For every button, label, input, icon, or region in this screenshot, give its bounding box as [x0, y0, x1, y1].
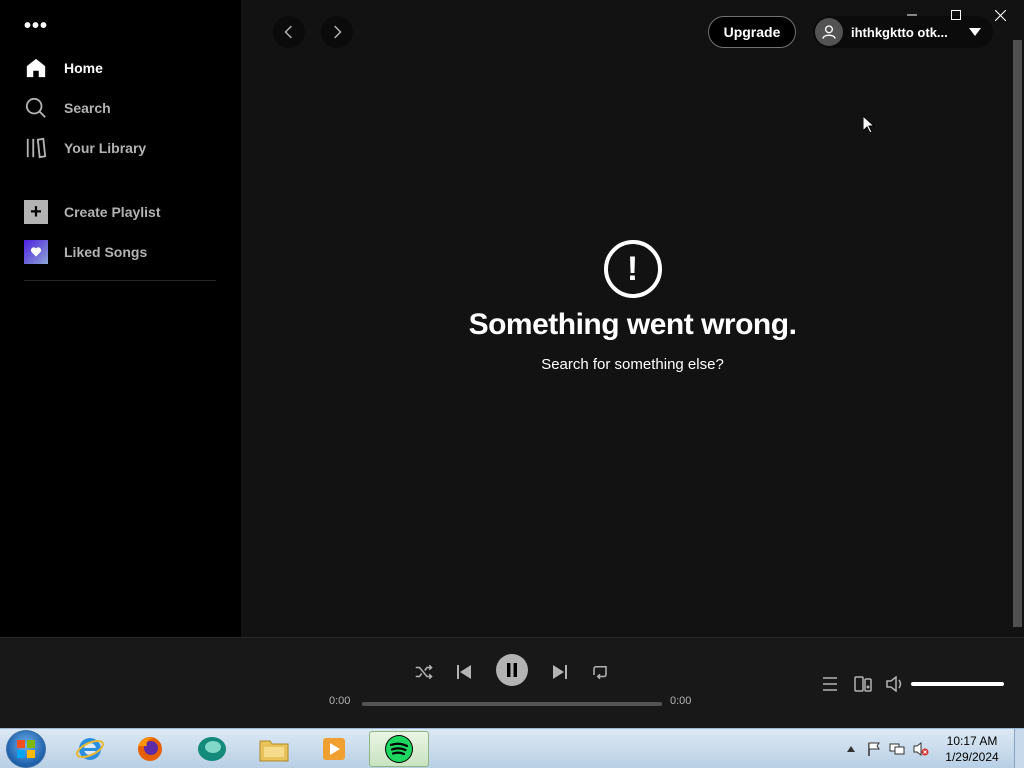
- next-track-button[interactable]: [548, 660, 572, 684]
- error-title: Something went wrong.: [468, 308, 797, 341]
- maximize-window-button[interactable]: [934, 0, 978, 30]
- media-player-icon: [323, 738, 345, 760]
- spotify-icon: [385, 735, 413, 763]
- system-tray: [845, 729, 929, 768]
- volume-icon: [886, 676, 902, 692]
- liked-songs-button[interactable]: Liked Songs: [24, 240, 147, 264]
- mute-button[interactable]: [883, 672, 907, 696]
- liked-songs-label: Liked Songs: [64, 244, 148, 260]
- nav-library[interactable]: Your Library: [24, 136, 146, 160]
- main-view: Upgrade ihthkgktto otk... ! Something we…: [241, 0, 1024, 637]
- previous-track-button[interactable]: [452, 660, 476, 684]
- firefox-icon: [138, 737, 162, 761]
- shuffle-icon: [415, 664, 433, 680]
- taskbar-media-player[interactable]: [306, 731, 362, 767]
- search-icon: [24, 96, 48, 120]
- taskbar-file-explorer[interactable]: [246, 731, 302, 767]
- alert-icon: !: [603, 240, 662, 298]
- upgrade-button[interactable]: Upgrade: [708, 16, 796, 48]
- library-icon: [24, 136, 48, 160]
- nav-library-label: Your Library: [64, 140, 147, 156]
- connect-device-button[interactable]: [851, 672, 875, 696]
- teal-app-icon: [198, 737, 226, 761]
- heart-icon: [24, 240, 48, 264]
- elapsed-time: 0:00: [329, 695, 351, 707]
- taskbar-app-teal[interactable]: [184, 731, 240, 767]
- show-desktop-button[interactable]: [1014, 729, 1024, 768]
- network-icon[interactable]: [889, 742, 905, 756]
- chevron-left-icon: [284, 25, 292, 39]
- chevron-right-icon: [334, 25, 342, 39]
- pause-icon: [507, 663, 517, 677]
- repeat-icon: [593, 666, 607, 680]
- back-button[interactable]: [273, 16, 305, 48]
- maximize-icon: [951, 10, 961, 20]
- sidebar-divider: [24, 280, 216, 281]
- mouse-pointer-icon: [862, 114, 876, 139]
- taskbar-firefox[interactable]: [122, 731, 178, 767]
- nav-home-label: Home: [64, 60, 103, 76]
- plus-icon: +: [24, 200, 48, 224]
- clock-date: 1/29/2024: [945, 750, 999, 764]
- repeat-button[interactable]: [588, 660, 612, 684]
- system-clock[interactable]: 10:17 AM 1/29/2024: [936, 733, 1008, 765]
- create-playlist-label: Create Playlist: [64, 204, 161, 220]
- volume-muted-icon[interactable]: [913, 742, 929, 756]
- taskbar-spotify[interactable]: [369, 731, 429, 767]
- start-button[interactable]: [6, 730, 46, 768]
- error-subtitle: Search for something else?: [541, 356, 724, 373]
- progress-bar[interactable]: [362, 702, 662, 706]
- close-icon: [994, 9, 1006, 21]
- nav-search[interactable]: Search: [24, 96, 111, 120]
- clock-time: 10:17 AM: [946, 734, 998, 748]
- skip-back-icon: [457, 665, 471, 679]
- queue-button[interactable]: [818, 672, 842, 696]
- device-icon: [854, 676, 872, 692]
- more-options-icon[interactable]: •••: [24, 16, 48, 36]
- total-duration: 0:00: [670, 695, 692, 707]
- taskbar-internet-explorer[interactable]: [62, 731, 118, 767]
- error-message: ! Something went wrong. Search for somet…: [241, 240, 1024, 373]
- queue-icon: [823, 677, 837, 691]
- minimize-icon: [907, 14, 917, 16]
- action-center-flag-icon[interactable]: [867, 742, 881, 756]
- tray-expand-icon[interactable]: [845, 746, 857, 752]
- folder-icon: [259, 740, 289, 762]
- pause-button[interactable]: [496, 654, 528, 686]
- user-icon: [815, 18, 843, 46]
- windows-taskbar: 10:17 AM 1/29/2024: [0, 728, 1024, 768]
- forward-button[interactable]: [321, 16, 353, 48]
- minimize-window-button[interactable]: [890, 0, 934, 30]
- player-bar: 0:00 0:00: [0, 637, 1024, 728]
- create-playlist-button[interactable]: + Create Playlist: [24, 200, 161, 224]
- windows-logo-icon: [17, 740, 35, 758]
- sidebar: ••• Home Search Your Library + Create Pl…: [0, 0, 241, 637]
- home-icon: [24, 56, 48, 80]
- volume-slider[interactable]: [911, 682, 1004, 686]
- close-window-button[interactable]: [978, 0, 1022, 30]
- skip-forward-icon: [553, 665, 567, 679]
- internet-explorer-icon: [76, 738, 104, 760]
- nav-search-label: Search: [64, 100, 111, 116]
- shuffle-button[interactable]: [412, 660, 436, 684]
- nav-home[interactable]: Home: [24, 56, 103, 80]
